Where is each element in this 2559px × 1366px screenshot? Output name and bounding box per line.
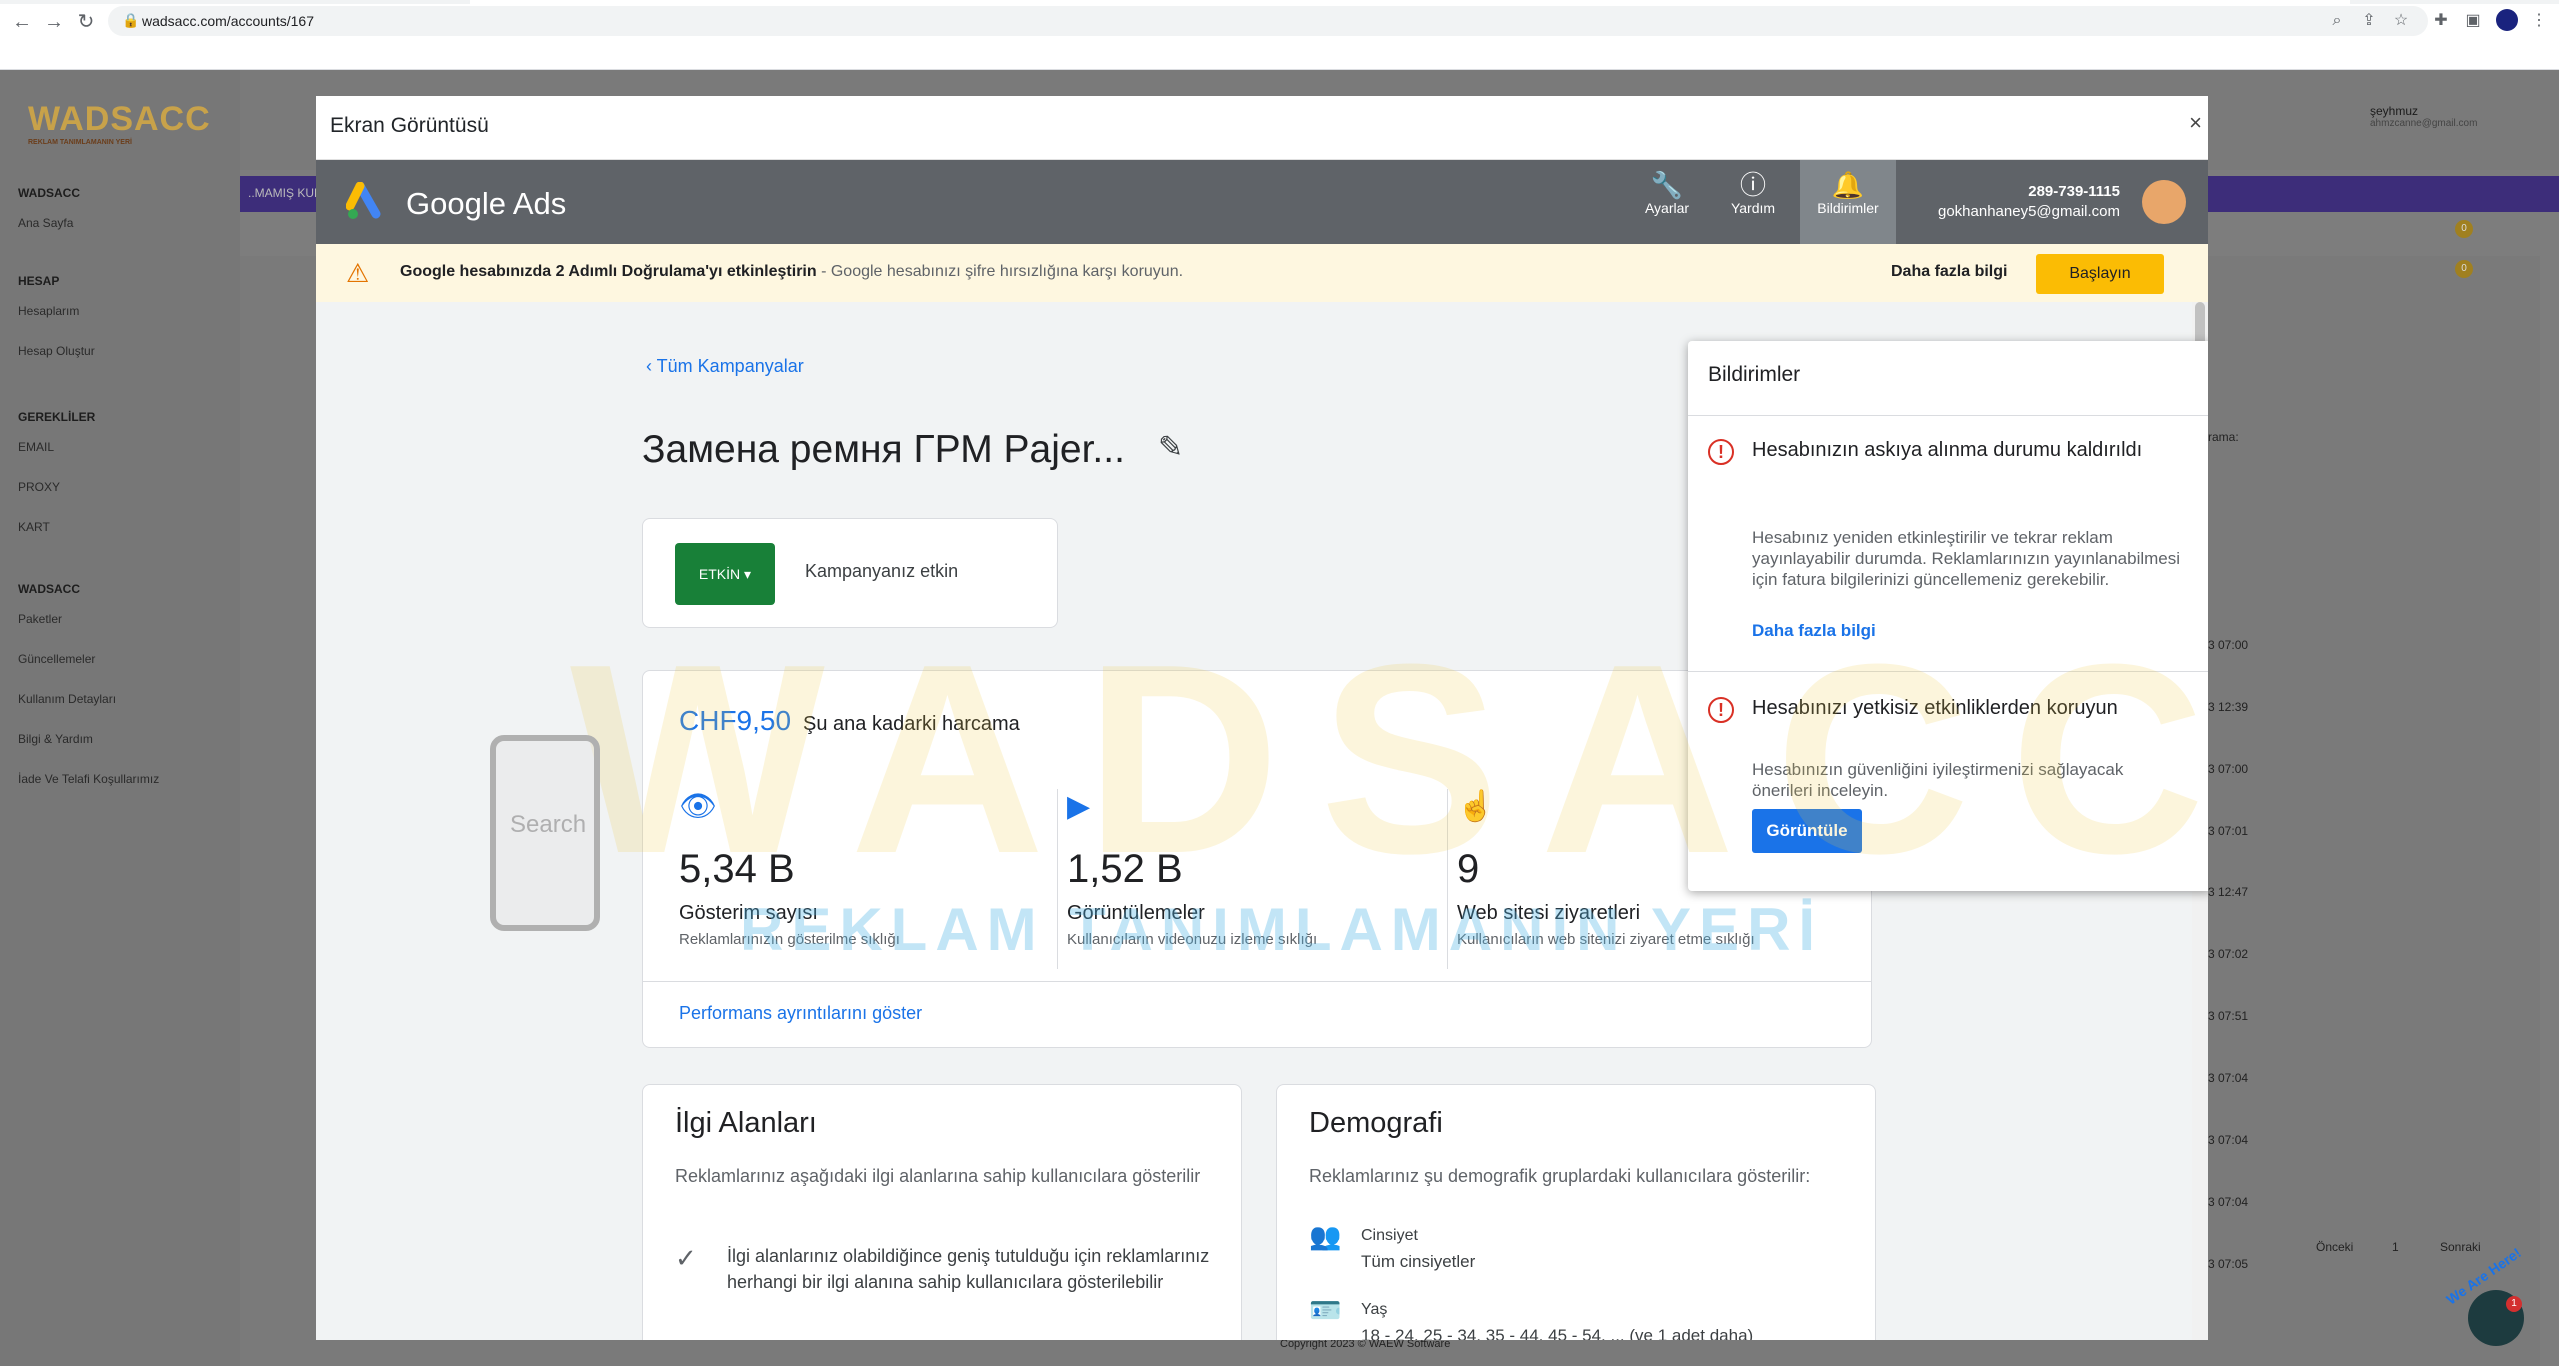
avatar[interactable] bbox=[2142, 180, 2186, 224]
tab-strip bbox=[0, 0, 2559, 4]
demographics-card: Demografi Reklamlarınız şu demografik gr… bbox=[1276, 1084, 1876, 1340]
demographics-desc: Reklamlarınız şu demografik gruplardaki … bbox=[1309, 1166, 1811, 1186]
google-ads-title: Google Ads bbox=[406, 186, 567, 221]
user-menu[interactable]: şeyhmuz ahmzcanne@gmail.com bbox=[2370, 104, 2477, 129]
sidebar-item-packages[interactable]: Paketler bbox=[18, 612, 62, 626]
chat-unread-badge: 1 bbox=[2506, 1296, 2522, 1312]
interests-desc: Reklamlarınız aşağıdaki ilgi alanlarına … bbox=[675, 1166, 1201, 1186]
sidebar-item-create[interactable]: Hesap Oluştur bbox=[18, 344, 95, 358]
table-row-time: 3 07:04 bbox=[2208, 1071, 2249, 1085]
sidebar: WADSACC REKLAM TANIMLAMANIN YERİ WADSACC … bbox=[0, 70, 240, 1366]
table-row-time: 3 07:02 bbox=[2208, 947, 2249, 961]
pagination-prev[interactable]: Önceki bbox=[2316, 1240, 2353, 1254]
notification-title: Hesabınızın askıya alınma durumu kaldırı… bbox=[1752, 439, 2143, 461]
notifications-nav[interactable]: 🔔 Bildirimler bbox=[1800, 160, 1896, 244]
warning-text: Google hesabınızda 2 Adımlı Doğrulama'yı… bbox=[400, 263, 1184, 280]
sidebar-item-email[interactable]: EMAIL bbox=[18, 440, 54, 454]
count-badge: 0 bbox=[2455, 220, 2473, 238]
two-step-warning: ⚠ Google hesabınızda 2 Adımlı Doğrulama'… bbox=[316, 244, 2208, 302]
sidebar-heading: WADSACC bbox=[18, 582, 80, 596]
side-panel-icon[interactable]: ▣ bbox=[2462, 10, 2484, 32]
interests-card: İlgi Alanları Reklamlarınız aşağıdaki il… bbox=[642, 1084, 1242, 1340]
search-watermark-text: Search bbox=[510, 811, 587, 838]
id-card-icon: 🪪 bbox=[1309, 1295, 1342, 1325]
bookmark-star-icon[interactable]: ☆ bbox=[2390, 10, 2412, 32]
get-started-button[interactable]: Başlayın bbox=[2036, 254, 2164, 294]
interests-item: ✓ İlgi alanlarınız olabildiğince geniş tu… bbox=[675, 1243, 1210, 1292]
check-circle-icon: ✓ bbox=[675, 1243, 697, 1273]
divider bbox=[1688, 415, 2208, 416]
sidebar-item-updates[interactable]: Güncellemeler bbox=[18, 652, 95, 666]
age-item: 🪪 Yaş 18 - 24, 25 - 34, 35 - 44, 45 - 54, … bbox=[1309, 1295, 1754, 1340]
status-text: Kampanyanız etkin bbox=[805, 561, 959, 581]
wrench-icon: 🔧 bbox=[1650, 170, 1684, 200]
table-row-time: 3 07:51 bbox=[2208, 1009, 2249, 1023]
sidebar-item-refund[interactable]: İade Ve Telafi Koşullarımız bbox=[18, 772, 159, 786]
learn-more-link[interactable]: Daha fazla bilgi bbox=[1891, 263, 2007, 281]
sidebar-item-kart[interactable]: KART bbox=[18, 520, 50, 534]
demographics-title: Demografi bbox=[1309, 1107, 1443, 1139]
settings-nav[interactable]: 🔧 Ayarlar bbox=[1632, 160, 1702, 244]
menu-dots-icon[interactable]: ⋮ bbox=[2528, 10, 2550, 32]
google-ads-header: Google Ads 🔧 Ayarlar ⓘ Yardım 🔔 Bildirimler… bbox=[316, 160, 2208, 244]
url-text[interactable]: wadsacc.com/accounts/167 bbox=[142, 13, 314, 29]
edit-pencil-icon[interactable]: ✎ bbox=[1158, 430, 1183, 465]
sidebar-item-usage[interactable]: Kullanım Detayları bbox=[18, 692, 116, 706]
google-ads-logo-icon bbox=[346, 182, 381, 219]
table-row-time: 3 07:04 bbox=[2208, 1195, 2249, 1209]
active-tab[interactable] bbox=[470, 0, 2350, 4]
performance-details-link[interactable]: Performans ayrıntılarını göster bbox=[679, 1003, 922, 1024]
share-icon[interactable]: ⇪ bbox=[2358, 10, 2380, 32]
sidebar-heading: WADSACC bbox=[18, 186, 80, 200]
sidebar-item-info[interactable]: Bilgi & Yardım bbox=[18, 732, 93, 746]
bell-icon: 🔔 bbox=[1831, 170, 1865, 200]
browser-chrome: ← → ↻ 🔒 wadsacc.com/accounts/167 ⌕ ⇪ ☆ ✚… bbox=[0, 0, 2559, 70]
pagination-page[interactable]: 1 bbox=[2392, 1240, 2399, 1254]
sidebar-item-proxy[interactable]: PROXY bbox=[18, 480, 60, 494]
sidebar-item-home[interactable]: Ana Sayfa bbox=[18, 216, 73, 230]
close-icon[interactable]: × bbox=[2189, 110, 2202, 136]
table-row-time: 3 07:05 bbox=[2208, 1257, 2249, 1271]
address-bar[interactable]: 🔒 wadsacc.com/accounts/167 bbox=[108, 6, 2428, 36]
profile-avatar[interactable] bbox=[2496, 9, 2518, 31]
all-campaigns-link[interactable]: ‹ Tüm Kampanyalar bbox=[646, 356, 804, 377]
notification-body: Hesabınız yeniden etkinleştirilir ve tek… bbox=[1752, 528, 2181, 589]
divider bbox=[643, 981, 1871, 982]
sidebar-heading: HESAP bbox=[18, 274, 60, 288]
people-icon: 👥 bbox=[1309, 1221, 1342, 1251]
interests-title: İlgi Alanları bbox=[675, 1107, 817, 1139]
account-info[interactable]: 289-739-1115 gokhanhaney5@gmail.com bbox=[1938, 182, 2120, 222]
back-icon[interactable]: ← bbox=[10, 10, 34, 34]
modal-title: Ekran Görüntüsü bbox=[330, 114, 489, 137]
table-row-time: 3 07:04 bbox=[2208, 1133, 2249, 1147]
reload-icon[interactable]: ↻ bbox=[74, 10, 98, 34]
phone-illustration: Search bbox=[490, 735, 600, 931]
help-nav[interactable]: ⓘ Yardım bbox=[1718, 160, 1788, 244]
pagination-next[interactable]: Sonraki bbox=[2440, 1240, 2481, 1254]
help-icon: ⓘ bbox=[1739, 170, 1766, 200]
zoom-icon[interactable]: ⌕ bbox=[2326, 10, 2348, 32]
modal-header: Ekran Görüntüsü × bbox=[316, 96, 2208, 160]
sidebar-heading: GEREKLİLER bbox=[18, 410, 96, 424]
gender-item: 👥 Cinsiyet Tüm cinsiyetler bbox=[1309, 1221, 1476, 1271]
warning-icon: ⚠ bbox=[346, 258, 370, 288]
count-badge: 0 bbox=[2455, 260, 2473, 278]
campaign-title: Замена ремня ГРМ Pajer... bbox=[642, 428, 1125, 471]
site-logo[interactable]: WADSACC REKLAM TANIMLAMANIN YERİ bbox=[28, 100, 211, 146]
sidebar-item-accounts[interactable]: Hesaplarım bbox=[18, 304, 79, 318]
extensions-icon[interactable]: ✚ bbox=[2430, 10, 2452, 32]
status-dropdown[interactable]: ETKİN ▾ bbox=[675, 543, 775, 605]
watermark-subtitle: REKLAM TANIMLAMANIN YERİ bbox=[740, 896, 1824, 963]
notifications-title: Bildirimler bbox=[1708, 363, 1801, 386]
lock-icon: 🔒 bbox=[122, 12, 140, 28]
alert-icon: ! bbox=[1708, 439, 1734, 465]
forward-icon[interactable]: → bbox=[42, 10, 66, 34]
watermark: WADSACC bbox=[570, 609, 2245, 910]
